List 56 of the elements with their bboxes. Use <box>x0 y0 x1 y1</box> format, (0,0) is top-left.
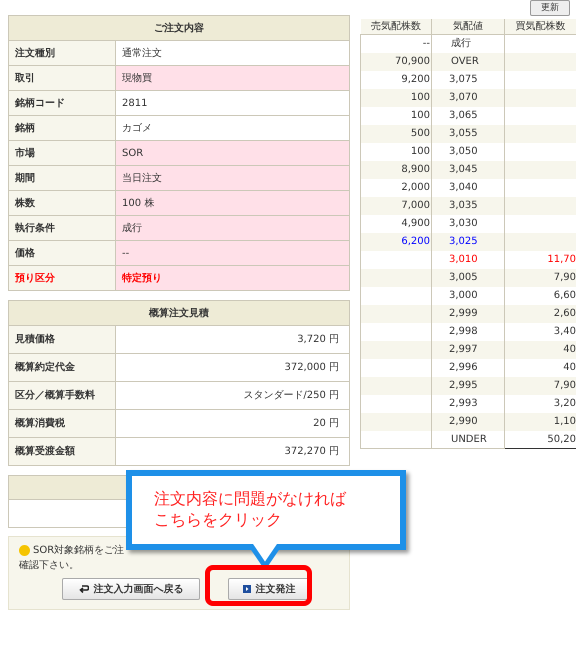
table-cell: 11,70 <box>504 250 576 268</box>
row-label: 執行条件 <box>8 216 116 240</box>
row-label: 預り区分 <box>8 266 116 290</box>
row-label: 期間 <box>8 166 116 190</box>
notice-text: 確認下さい。 <box>19 558 79 573</box>
column-header: 売気配株数 <box>360 19 432 34</box>
submit-button[interactable]: 注文発注 <box>228 578 310 600</box>
row-value: 2811 <box>116 90 350 116</box>
refresh-button[interactable]: 更新 <box>530 0 570 16</box>
table-cell: 50,20 <box>504 430 576 448</box>
row-label: 価格 <box>8 240 116 266</box>
row-value: 3,720 円 <box>116 326 350 354</box>
row-label: 概算受渡金額 <box>8 438 116 466</box>
row-label: 取引 <box>8 66 116 90</box>
table-cell: 7,90 <box>504 268 576 286</box>
table-cell: 1,10 <box>504 412 576 430</box>
callout-text: 注文内容に問題がなければ <box>154 488 348 509</box>
table-cell: 6,60 <box>504 286 576 304</box>
row-value: 372,000 円 <box>116 354 350 382</box>
row-value: スタンダード/250 円 <box>116 382 350 410</box>
row-value: 372,270 円 <box>116 438 350 466</box>
row-value: 特定預り <box>116 266 350 290</box>
row-value: 当日注文 <box>116 166 350 190</box>
row-value: 成行 <box>116 216 350 240</box>
callout-text: こちらをクリック <box>154 509 283 530</box>
row-label: 銘柄 <box>8 116 116 140</box>
row-value: 現物買 <box>116 66 350 90</box>
row-value: -- <box>116 240 350 266</box>
return-arrow-icon <box>78 584 88 594</box>
table-cell: 3,40 <box>504 322 576 340</box>
table-header: 概算注文見積 <box>8 300 350 326</box>
column-header: 気配値 <box>432 19 504 34</box>
row-label: 注文種別 <box>8 40 116 66</box>
table-cell: 7,90 <box>504 376 576 394</box>
play-icon <box>242 585 250 593</box>
table-cell: UNDER <box>432 430 504 448</box>
row-label: 株数 <box>8 190 116 216</box>
column-header: 買気配株数 <box>504 19 576 34</box>
row-label: 区分／概算手数料 <box>8 382 116 410</box>
table-cell: 2,60 <box>504 304 576 322</box>
table-header: ご注文内容 <box>8 16 350 40</box>
back-button[interactable]: 注文入力画面へ戻る <box>62 578 200 600</box>
row-label: 見積価格 <box>8 326 116 354</box>
row-value: SOR <box>116 140 350 166</box>
row-value: 通常注文 <box>116 40 350 66</box>
row-value: 100 株 <box>116 190 350 216</box>
table-cell: 3,20 <box>504 394 576 412</box>
row-label: 概算消費税 <box>8 410 116 438</box>
row-value: 20 円 <box>116 410 350 438</box>
row-label: 銘柄コード <box>8 90 116 116</box>
row-value: カゴメ <box>116 116 350 140</box>
row-label: 概算約定代金 <box>8 354 116 382</box>
row-label: 市場 <box>8 140 116 166</box>
table-cell: 40 <box>504 358 576 376</box>
notice-text: SOR対象銘柄をご注 <box>33 544 124 558</box>
table-cell: 40 <box>504 340 576 358</box>
